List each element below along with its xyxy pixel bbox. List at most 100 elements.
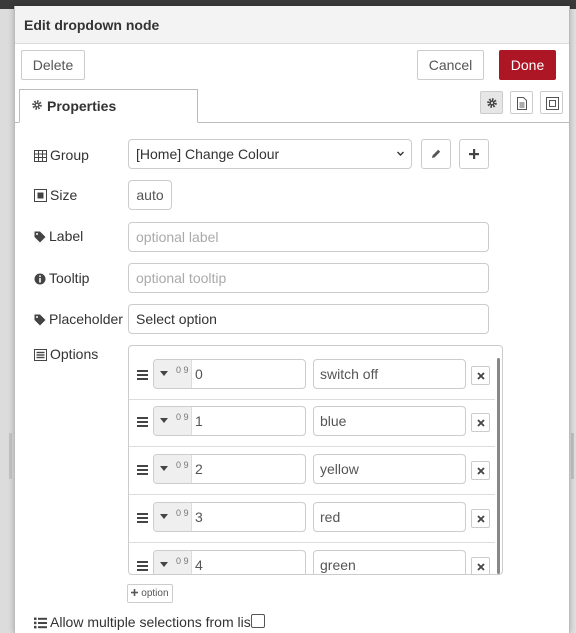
close-icon xyxy=(477,467,485,475)
option-value: 1 xyxy=(195,413,203,429)
label-label: Label xyxy=(34,228,83,244)
workspace-right-edge xyxy=(570,9,576,633)
group-label: Group xyxy=(34,147,89,163)
options-list: 0 9 0 switch off 0 9 1 blue 0 9 2 yellow… xyxy=(128,345,503,575)
option-value-input[interactable]: 0 9 2 xyxy=(153,454,306,484)
frame-icon xyxy=(546,97,559,110)
option-value-input[interactable]: 0 9 3 xyxy=(153,502,306,532)
remove-option-button[interactable] xyxy=(471,557,490,574)
gear-icon xyxy=(487,98,497,108)
resize-handle[interactable] xyxy=(9,433,12,479)
option-value: 2 xyxy=(195,461,203,477)
caret-down-icon xyxy=(160,466,168,471)
caret-down-icon xyxy=(160,514,168,519)
option-type-select[interactable]: 0 9 xyxy=(154,455,192,483)
tooltip-input[interactable]: optional tooltip xyxy=(128,263,489,293)
option-value: 0 xyxy=(195,366,203,382)
edit-group-button[interactable] xyxy=(421,139,451,169)
option-row: 0 9 4 green xyxy=(129,544,495,574)
close-icon xyxy=(477,419,485,427)
edit-dialog: Edit dropdown node Delete Cancel Done Pr… xyxy=(14,6,570,633)
tag-icon xyxy=(34,314,46,326)
remove-option-button[interactable] xyxy=(471,509,490,528)
option-type-select[interactable]: 0 9 xyxy=(154,503,192,531)
group-select[interactable]: [Home] Change Colour xyxy=(128,139,412,169)
close-icon xyxy=(477,372,485,380)
tab-description[interactable] xyxy=(510,91,533,114)
option-row: 0 9 0 switch off xyxy=(129,353,495,400)
number-type-icon: 0 9 xyxy=(176,412,189,422)
drag-handle-icon[interactable] xyxy=(137,370,148,380)
option-value: 4 xyxy=(195,557,203,573)
drag-handle-icon[interactable] xyxy=(137,417,148,427)
tag-icon xyxy=(34,231,46,243)
caret-down-icon xyxy=(160,371,168,376)
table-icon xyxy=(34,150,47,162)
close-icon xyxy=(477,563,485,571)
options-scrollbar[interactable] xyxy=(497,358,500,574)
label-label-text: Label xyxy=(49,228,84,244)
caret-down-icon xyxy=(160,562,168,567)
placeholder-label-text: Placeholder xyxy=(49,311,123,327)
close-icon xyxy=(477,515,485,523)
dialog-header: Edit dropdown node xyxy=(15,6,569,44)
size-button[interactable]: auto xyxy=(128,180,172,210)
option-row: 0 9 2 yellow xyxy=(129,448,495,495)
option-label-input[interactable]: blue xyxy=(313,406,466,436)
drag-handle-icon[interactable] xyxy=(137,513,148,523)
tooltip-label-text: Tooltip xyxy=(49,270,90,286)
plus-icon xyxy=(469,149,479,159)
option-label-input[interactable]: green xyxy=(313,550,466,574)
option-label-input[interactable]: yellow xyxy=(313,454,466,484)
option-type-select[interactable]: 0 9 xyxy=(154,551,192,574)
add-option-label: option xyxy=(141,588,169,599)
resize-icon xyxy=(34,189,47,202)
option-label-input[interactable]: switch off xyxy=(313,359,466,389)
list-icon xyxy=(34,617,47,629)
info-icon xyxy=(34,273,46,285)
multiple-label: Allow multiple selections from list: xyxy=(34,614,259,630)
options-label-text: Options xyxy=(50,346,99,362)
drag-handle-icon[interactable] xyxy=(137,561,148,571)
allow-multiple-checkbox[interactable] xyxy=(251,614,265,628)
group-label-text: Group xyxy=(50,147,89,163)
option-type-select[interactable]: 0 9 xyxy=(154,407,192,435)
tab-properties[interactable]: Properties xyxy=(19,89,198,123)
option-row: 0 9 1 blue xyxy=(129,400,495,447)
multiple-label-text: Allow multiple selections from list: xyxy=(50,614,259,630)
option-value: 3 xyxy=(195,509,203,525)
options-label: Options xyxy=(34,346,98,362)
number-type-icon: 0 9 xyxy=(176,460,189,470)
list-icon xyxy=(34,349,47,361)
remove-option-button[interactable] xyxy=(471,366,490,385)
option-value-input[interactable]: 0 9 1 xyxy=(153,406,306,436)
add-option-button[interactable]: option xyxy=(127,584,173,603)
tab-node-settings[interactable] xyxy=(480,91,503,114)
file-text-icon xyxy=(517,97,527,110)
dialog-title: Edit dropdown node xyxy=(24,17,160,33)
number-type-icon: 0 9 xyxy=(176,365,189,375)
plus-icon xyxy=(131,589,139,596)
remove-option-button[interactable] xyxy=(471,461,490,480)
delete-button[interactable]: Delete xyxy=(21,50,85,80)
drag-handle-icon[interactable] xyxy=(137,465,148,475)
label-input[interactable]: optional label xyxy=(128,222,489,252)
option-type-select[interactable]: 0 9 xyxy=(154,360,192,388)
option-value-input[interactable]: 0 9 4 xyxy=(153,550,306,574)
add-group-button[interactable] xyxy=(459,139,489,169)
remove-option-button[interactable] xyxy=(471,413,490,432)
cancel-button[interactable]: Cancel xyxy=(417,50,484,80)
pencil-icon xyxy=(432,149,441,158)
chevron-down-icon xyxy=(397,151,404,156)
done-button[interactable]: Done xyxy=(499,50,556,80)
tooltip-label: Tooltip xyxy=(34,270,89,286)
resize-handle[interactable] xyxy=(571,433,574,479)
option-label-input[interactable]: red xyxy=(313,502,466,532)
size-label-text: Size xyxy=(50,187,78,203)
workspace-left-edge xyxy=(0,9,14,633)
number-type-icon: 0 9 xyxy=(176,556,189,566)
tab-appearance[interactable] xyxy=(540,91,563,114)
option-value-input[interactable]: 0 9 0 xyxy=(153,359,306,389)
placeholder-input[interactable]: Select option xyxy=(128,304,489,334)
gear-icon xyxy=(32,100,42,110)
